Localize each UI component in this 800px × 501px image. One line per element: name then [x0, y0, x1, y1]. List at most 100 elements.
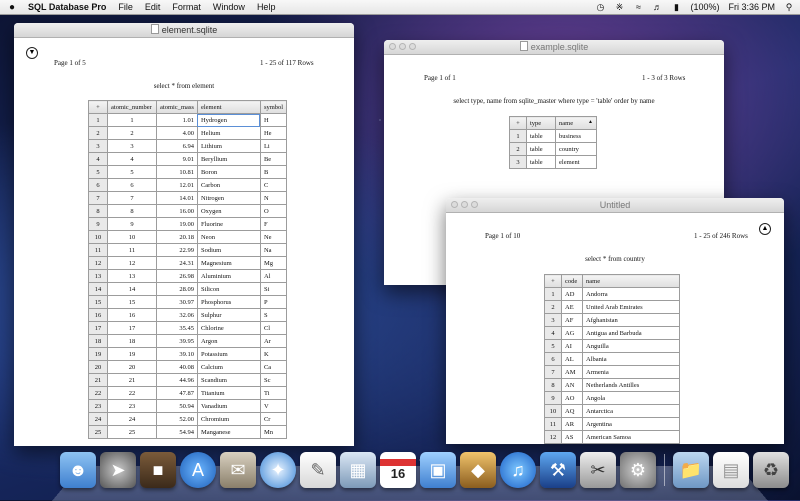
table-cell[interactable]: 15: [107, 295, 157, 309]
table-cell[interactable]: 14.01: [156, 191, 198, 205]
table-cell[interactable]: Netherlands Antilles: [582, 378, 680, 392]
table-cell[interactable]: business: [555, 129, 597, 143]
table-cell[interactable]: Potassium: [196, 347, 261, 361]
table-cell[interactable]: Magnesium: [196, 256, 261, 270]
table-cell[interactable]: table: [526, 129, 556, 143]
table-cell[interactable]: F: [259, 217, 288, 231]
table-cell[interactable]: 4.00: [156, 126, 198, 140]
table-cell[interactable]: Ne: [259, 230, 288, 244]
table-cell[interactable]: Cr: [259, 412, 288, 426]
table-row[interactable]: 4 AG Antigua and Barbuda: [544, 326, 680, 340]
table-row[interactable]: 8 AN Netherlands Antilles: [544, 378, 680, 392]
table-cell[interactable]: 28.09: [156, 282, 198, 296]
close-button[interactable]: [389, 43, 396, 50]
add-column-header[interactable]: +: [509, 116, 527, 130]
table-cell[interactable]: AO: [561, 391, 583, 405]
expand-toggle-icon[interactable]: ▼: [26, 47, 38, 59]
apple-menu-icon[interactable]: ●: [6, 2, 18, 13]
table-row[interactable]: 6 AL Albania: [544, 352, 680, 366]
table-cell[interactable]: Fluorine: [196, 217, 261, 231]
table-row[interactable]: 22 22 47.87 Titanium Ti: [88, 386, 288, 400]
table-cell[interactable]: 12.01: [156, 178, 198, 192]
table-row[interactable]: 6 6 12.01 Carbon C: [88, 178, 288, 192]
table-cell[interactable]: Titanium: [196, 386, 261, 400]
table-row[interactable]: 5 5 10.81 Boron B: [88, 165, 288, 179]
table-cell[interactable]: 14: [107, 282, 157, 296]
table-row[interactable]: 1 1 1.01 Hydrogen H: [88, 113, 288, 127]
table-cell[interactable]: Si: [259, 282, 288, 296]
table-cell[interactable]: Ti: [259, 386, 288, 400]
table-cell[interactable]: 25: [107, 425, 157, 439]
menu-format[interactable]: Format: [172, 2, 201, 12]
table-cell[interactable]: AN: [561, 378, 583, 392]
table-cell[interactable]: 13: [107, 269, 157, 283]
add-column-header[interactable]: +: [544, 274, 562, 288]
table-row[interactable]: 8 8 16.00 Oxygen O: [88, 204, 288, 218]
table-cell[interactable]: 16: [107, 308, 157, 322]
table-cell[interactable]: 19: [107, 347, 157, 361]
app-store-icon[interactable]: A: [180, 452, 216, 488]
table-cell[interactable]: Anguilla: [582, 339, 680, 353]
table-cell[interactable]: 20.18: [156, 230, 198, 244]
applications-folder-icon[interactable]: 📁: [673, 452, 709, 488]
table-cell[interactable]: table: [526, 142, 556, 156]
table-cell[interactable]: United Arab Emirates: [582, 300, 680, 314]
minimize-button[interactable]: [399, 43, 406, 50]
table-cell[interactable]: 21: [107, 373, 157, 387]
table-row[interactable]: 3 AF Afghanistan: [544, 313, 680, 327]
table-cell[interactable]: Andorra: [582, 287, 680, 301]
table-row[interactable]: 7 AM Armenia: [544, 365, 680, 379]
table-cell[interactable]: Ar: [259, 334, 288, 348]
table-cell[interactable]: Scandium: [196, 373, 261, 387]
table-cell[interactable]: Antigua and Barbuda: [582, 326, 680, 340]
table-cell[interactable]: 6: [107, 178, 157, 192]
table-cell[interactable]: 5: [107, 165, 157, 179]
utilities-icon[interactable]: ✂: [580, 452, 616, 488]
table-cell[interactable]: 16.00: [156, 204, 198, 218]
table-cell[interactable]: 11: [107, 243, 157, 257]
table-cell[interactable]: Mn: [259, 425, 288, 439]
table-cell[interactable]: AS: [561, 430, 583, 444]
table-cell[interactable]: Carbon: [196, 178, 261, 192]
table-cell[interactable]: Chromium: [196, 412, 261, 426]
table-cell[interactable]: 24: [107, 412, 157, 426]
table-row[interactable]: 23 23 50.94 Vanadium V: [88, 399, 288, 413]
table-cell[interactable]: AF: [561, 313, 583, 327]
zoom-button[interactable]: [409, 43, 416, 50]
table-row[interactable]: 1 AD Andorra: [544, 287, 680, 301]
table-cell[interactable]: AE: [561, 300, 583, 314]
table-cell[interactable]: 35.45: [156, 321, 198, 335]
table-cell[interactable]: Beryllium: [196, 152, 261, 166]
safari-icon[interactable]: ✦: [260, 452, 296, 488]
table-cell[interactable]: H: [259, 113, 288, 127]
table-cell[interactable]: Lithium: [196, 139, 261, 153]
table-row[interactable]: 7 7 14.01 Nitrogen N: [88, 191, 288, 205]
table-cell[interactable]: 44.96: [156, 373, 198, 387]
zoom-button[interactable]: [471, 201, 478, 208]
window-title-bar[interactable]: element.sqlite: [14, 23, 354, 38]
table-row[interactable]: 11 11 22.99 Sodium Na: [88, 243, 288, 257]
table-row[interactable]: 13 13 26.98 Aluminium Al: [88, 269, 288, 283]
table-cell[interactable]: He: [259, 126, 288, 140]
table-cell[interactable]: Vanadium: [196, 399, 261, 413]
table-cell[interactable]: 1.01: [156, 113, 198, 127]
column-header-type[interactable]: type: [526, 116, 556, 130]
wifi-icon[interactable]: ≈: [633, 2, 643, 12]
itunes-icon[interactable]: ♫: [500, 452, 536, 488]
table-cell[interactable]: AQ: [561, 404, 583, 418]
table-row[interactable]: 2 AE United Arab Emirates: [544, 300, 680, 314]
table-row[interactable]: 4 4 9.01 Beryllium Be: [88, 152, 288, 166]
document-icon[interactable]: ▤: [713, 452, 749, 488]
table-cell[interactable]: Sodium: [196, 243, 261, 257]
xcode-icon[interactable]: ⚒: [540, 452, 576, 488]
table-cell[interactable]: AD: [561, 287, 583, 301]
table-cell[interactable]: Sc: [259, 373, 288, 387]
table-cell[interactable]: Boron: [196, 165, 261, 179]
table-cell[interactable]: Cl: [259, 321, 288, 335]
table-cell[interactable]: Afghanistan: [582, 313, 680, 327]
sql-database-pro-icon[interactable]: ▦: [340, 452, 376, 488]
table-cell[interactable]: S: [259, 308, 288, 322]
menu-help[interactable]: Help: [257, 2, 276, 12]
add-column-header[interactable]: +: [88, 100, 108, 114]
column-header-atomic-number[interactable]: atomic_number: [107, 100, 157, 114]
